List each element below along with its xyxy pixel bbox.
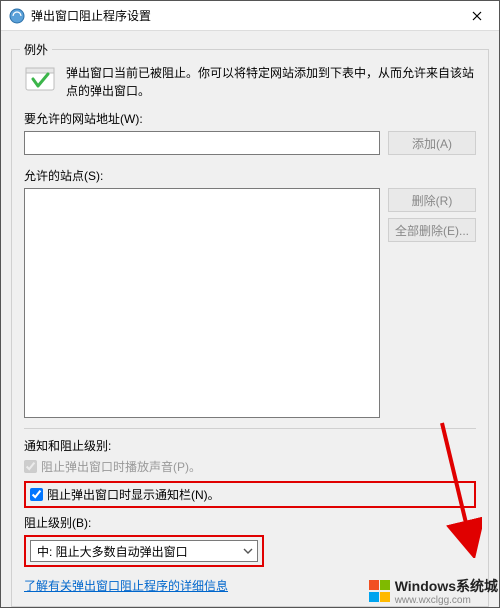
learn-more-link[interactable]: 了解有关弹出窗口阻止程序的详细信息 xyxy=(24,577,476,594)
info-text: 弹出窗口当前已被阻止。你可以将特定网站添加到下表中，从而允许来自该站点的弹出窗口… xyxy=(66,64,476,100)
address-label: 要允许的网站地址(W): xyxy=(24,110,476,127)
chevron-down-icon xyxy=(243,544,253,561)
exceptions-group: 例外 弹出窗口当前已被阻止。你可以将特定网站添加到下表中，从而允许来自该站点的弹… xyxy=(11,49,489,607)
play-sound-row[interactable]: 阻止弹出窗口时播放声音(P)。 xyxy=(24,458,476,475)
content-area: 例外 弹出窗口当前已被阻止。你可以将特定网站添加到下表中，从而允许来自该站点的弹… xyxy=(1,31,499,607)
add-button[interactable]: 添加(A) xyxy=(388,131,476,155)
block-level-value: 中: 阻止大多数自动弹出窗口 xyxy=(37,543,188,560)
info-row: 弹出窗口当前已被阻止。你可以将特定网站添加到下表中，从而允许来自该站点的弹出窗口… xyxy=(24,64,476,100)
show-notification-row[interactable]: 阻止弹出窗口时显示通知栏(N)。 xyxy=(30,486,220,503)
close-button[interactable] xyxy=(455,1,499,31)
titlebar: 弹出窗口阻止程序设置 xyxy=(1,1,499,31)
notification-section-label: 通知和阻止级别: xyxy=(24,437,476,454)
group-legend: 例外 xyxy=(20,41,52,58)
allowed-sites-row: 删除(R) 全部删除(E)... xyxy=(24,188,476,418)
block-level-select[interactable]: 中: 阻止大多数自动弹出窗口 xyxy=(30,540,258,562)
address-row: 添加(A) xyxy=(24,131,476,155)
show-notification-checkbox[interactable] xyxy=(30,488,43,501)
window-title: 弹出窗口阻止程序设置 xyxy=(31,7,455,24)
dialog-window: 弹出窗口阻止程序设置 例外 弹出窗口当前已被阻止。你可以将特定网站添加到下表中，… xyxy=(0,0,500,608)
play-sound-checkbox[interactable] xyxy=(24,460,37,473)
remove-all-button[interactable]: 全部删除(E)... xyxy=(388,218,476,242)
info-icon xyxy=(24,64,56,96)
show-notification-highlight: 阻止弹出窗口时显示通知栏(N)。 xyxy=(24,481,476,508)
close-icon xyxy=(472,11,482,21)
app-icon xyxy=(9,8,25,24)
play-sound-label: 阻止弹出窗口时播放声音(P)。 xyxy=(41,458,201,475)
remove-button[interactable]: 删除(R) xyxy=(388,188,476,212)
allowed-sites-listbox[interactable] xyxy=(24,188,380,418)
divider xyxy=(24,428,476,429)
list-buttons: 删除(R) 全部删除(E)... xyxy=(388,188,476,418)
allowed-sites-label: 允许的站点(S): xyxy=(24,167,476,184)
block-level-highlight: 中: 阻止大多数自动弹出窗口 xyxy=(24,535,264,567)
show-notification-label: 阻止弹出窗口时显示通知栏(N)。 xyxy=(47,486,220,503)
block-level-label: 阻止级别(B): xyxy=(24,514,476,531)
address-input[interactable] xyxy=(24,131,380,155)
